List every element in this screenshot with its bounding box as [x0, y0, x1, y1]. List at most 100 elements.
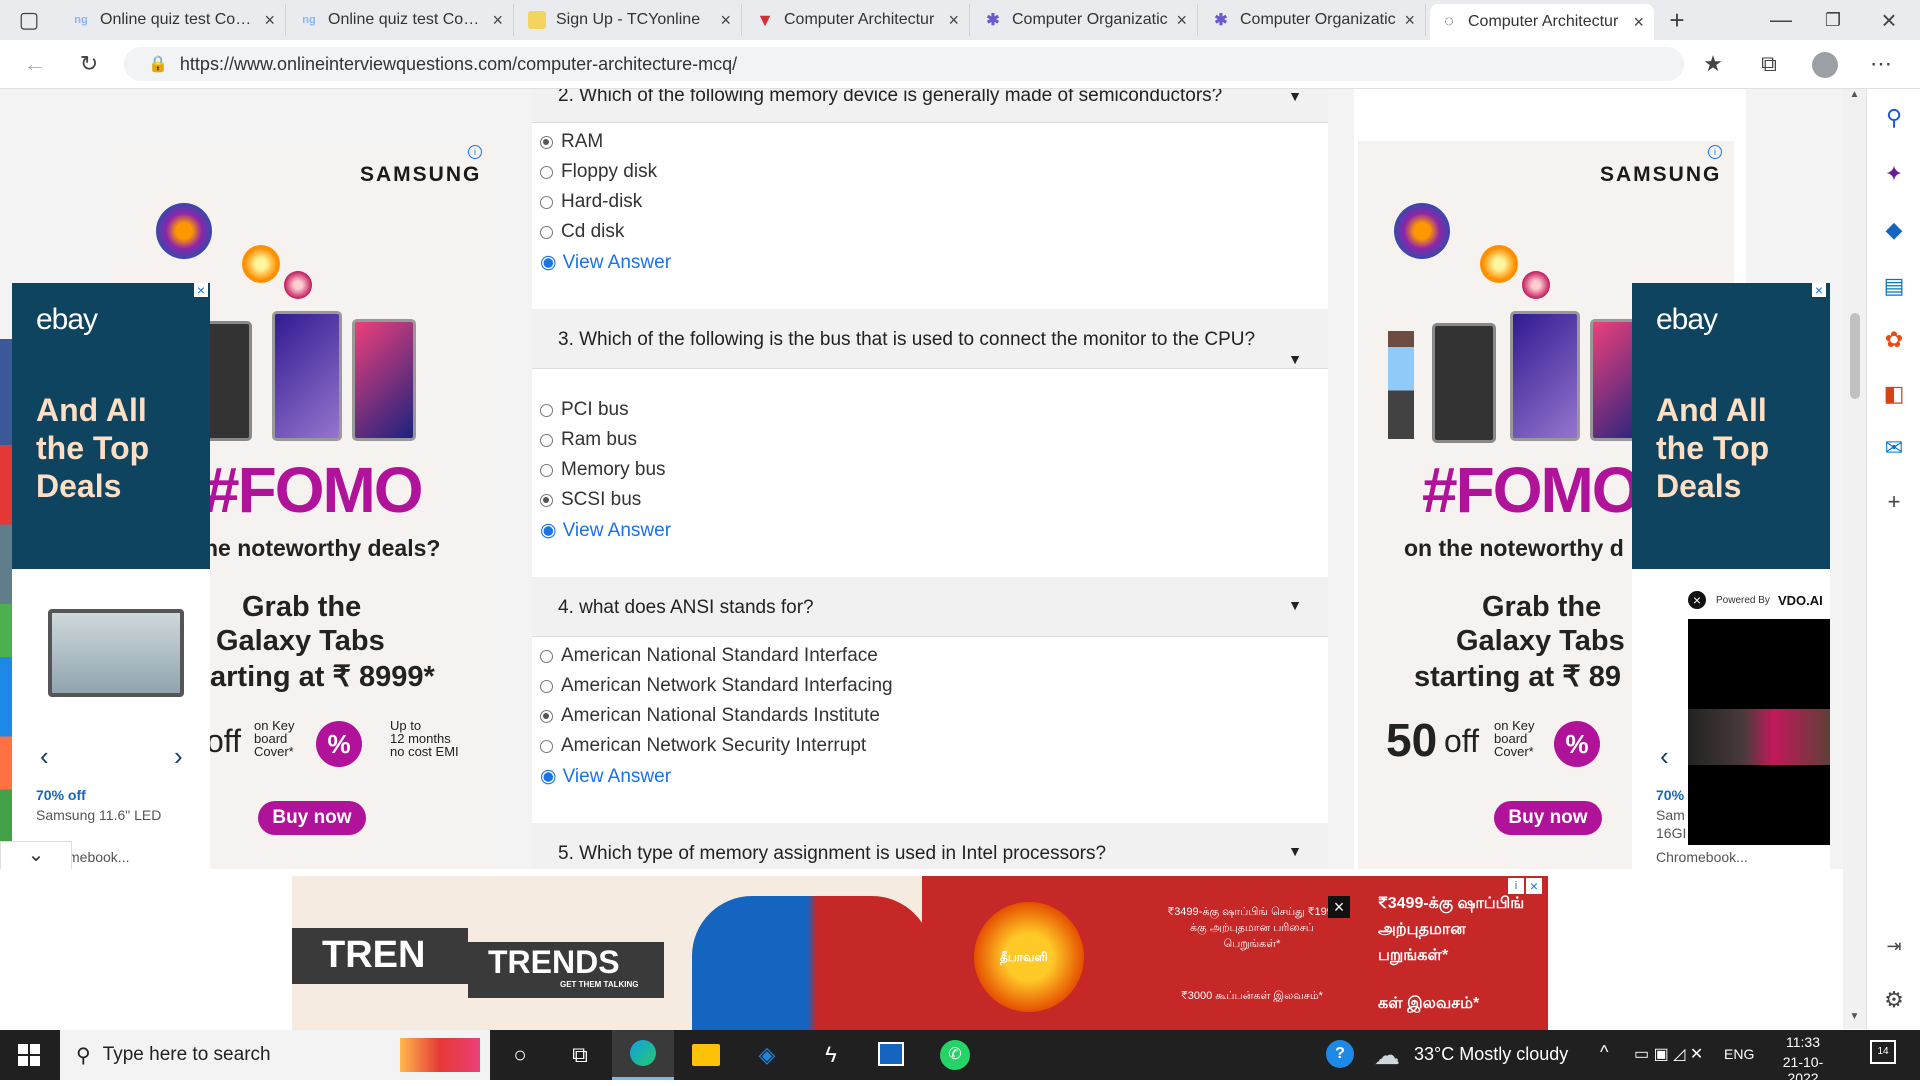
favorites-icon[interactable]: ★ — [1698, 49, 1728, 79]
office-icon[interactable]: ◧ — [1879, 379, 1909, 409]
task-view-icon[interactable]: ⧉ — [565, 1040, 595, 1070]
more-menu-icon[interactable]: ⋯ — [1866, 49, 1896, 79]
dropbox-icon[interactable]: ◈ — [752, 1040, 782, 1070]
ebay-ad-left[interactable]: ebay And All the Top Deals ‹ › 70% off S… — [12, 283, 210, 869]
option[interactable]: RAM — [540, 131, 603, 153]
close-ad-icon[interactable]: × — [1812, 283, 1826, 297]
video-player[interactable] — [1688, 619, 1830, 845]
minimize-icon[interactable]: — — [1766, 5, 1796, 35]
refresh-icon[interactable]: ↻ — [74, 49, 104, 79]
option[interactable]: Ram bus — [540, 429, 637, 451]
share-bar[interactable] — [0, 339, 12, 869]
option[interactable]: American National Standards Institute — [540, 705, 880, 727]
view-answer-link[interactable]: ◉ View Answer — [540, 519, 671, 542]
settings-icon[interactable]: ⚙ — [1879, 985, 1909, 1015]
close-tab-icon[interactable]: × — [948, 10, 959, 31]
radio-button[interactable] — [540, 195, 553, 209]
whatsapp-icon[interactable]: ✆ — [940, 1040, 970, 1070]
games-icon[interactable]: ✿ — [1879, 325, 1909, 355]
tab-7-active[interactable]: ◌ Computer Architectur × — [1430, 4, 1654, 40]
close-tab-icon[interactable]: × — [1404, 10, 1415, 31]
discover-icon[interactable]: ✦ — [1879, 159, 1909, 189]
question-header[interactable]: 3. Which of the following is the bus tha… — [532, 309, 1328, 369]
trends-ad[interactable]: TREN TRENDS GET THEM TALKING தீபாவளி ₹34… — [292, 876, 1548, 1030]
close-tab-icon[interactable]: × — [720, 10, 731, 31]
radio-button[interactable] — [540, 709, 553, 723]
question-header[interactable]: 2. Which of the following memory device … — [532, 89, 1328, 123]
option[interactable]: American Network Security Interrupt — [540, 735, 866, 757]
view-answer-link[interactable]: ◉ View Answer — [540, 251, 671, 274]
option[interactable]: Floppy disk — [540, 161, 657, 183]
option[interactable]: Hard-disk — [540, 191, 642, 213]
tray-expand-icon[interactable]: ^ — [1600, 1042, 1608, 1063]
question-header[interactable]: 5. Which type of memory assignment is us… — [532, 823, 1328, 869]
tab-5[interactable]: ✱ Computer Organizatic × — [974, 4, 1198, 36]
back-icon[interactable]: ← — [20, 49, 50, 79]
close-tab-icon[interactable]: × — [1176, 10, 1187, 31]
scrollbar[interactable]: ▲ ▼ — [1843, 89, 1866, 1029]
question-header[interactable]: 4. what does ANSI stands for? ▼ — [532, 577, 1328, 637]
cortana-icon[interactable]: ○ — [505, 1040, 535, 1070]
windows-start-icon[interactable] — [18, 1044, 40, 1066]
maximize-icon[interactable]: ❐ — [1818, 5, 1848, 35]
address-bar[interactable]: 🔒 https://www.onlineinterviewquestions.c… — [124, 47, 1684, 81]
radio-button[interactable] — [540, 225, 553, 239]
radio-button[interactable] — [540, 679, 553, 693]
radio-button[interactable] — [540, 463, 553, 477]
scroll-down-icon[interactable]: ▼ — [1843, 1011, 1866, 1029]
hide-sidebar-icon[interactable]: ⇥ — [1879, 931, 1909, 961]
notification-center-icon[interactable]: 14 — [1870, 1040, 1896, 1064]
option[interactable]: SCSI bus — [540, 489, 641, 511]
close-ad-icon[interactable]: × — [1526, 878, 1542, 894]
scrollbar-thumb[interactable] — [1850, 313, 1860, 399]
tools-icon[interactable]: ▤ — [1879, 271, 1909, 301]
tab-6[interactable]: ✱ Computer Organizatic × — [1202, 4, 1426, 36]
adchoices-icon[interactable]: i — [468, 145, 482, 159]
close-tab-icon[interactable]: × — [264, 10, 275, 31]
adchoices-icon[interactable]: i — [1708, 145, 1722, 159]
tab-4[interactable]: ▼ Computer Architectur × — [746, 4, 970, 36]
shopping-icon[interactable]: ◆ — [1879, 215, 1909, 245]
outlook-icon[interactable]: ✉ — [1879, 433, 1909, 463]
close-window-icon[interactable]: × — [1874, 5, 1904, 35]
radio-button[interactable] — [540, 739, 553, 753]
prev-arrow-icon[interactable]: ‹ — [40, 741, 49, 772]
close-ad-icon[interactable]: × — [194, 283, 208, 297]
buy-now-button[interactable]: Buy now — [1494, 801, 1602, 835]
adchoices-icon[interactable]: i — [1508, 878, 1524, 894]
collapse-share-icon[interactable]: ⌄ — [0, 841, 72, 869]
scroll-up-icon[interactable]: ▲ — [1843, 89, 1866, 107]
tray-icons[interactable]: ▭ ▣ ◿ ✕ — [1634, 1044, 1703, 1064]
cloud-icon[interactable]: ☁ — [1374, 1040, 1400, 1071]
buy-now-button[interactable]: Buy now — [258, 801, 366, 835]
radio-button[interactable] — [540, 433, 553, 447]
collections-icon[interactable]: ⧉ — [1754, 49, 1784, 79]
profile-avatar[interactable] — [1812, 52, 1838, 78]
option[interactable]: American National Standard Interface — [540, 645, 878, 667]
tab-actions-icon[interactable]: ▢ — [14, 5, 44, 35]
app-icon[interactable]: ϟ — [816, 1040, 846, 1070]
radio-button[interactable] — [540, 403, 553, 417]
tab-2[interactable]: ng Online quiz test Comp × — [290, 4, 514, 36]
radio-button[interactable] — [540, 165, 553, 179]
search-icon[interactable]: ⚲ — [1879, 103, 1909, 133]
news-app-icon[interactable] — [878, 1042, 904, 1066]
clock[interactable]: 11:33 21-10-2022 — [1768, 1034, 1838, 1086]
language-indicator[interactable]: ENG — [1724, 1046, 1754, 1062]
close-tab-icon[interactable]: × — [492, 10, 503, 31]
taskbar-search[interactable]: ⚲ Type here to search — [60, 1030, 490, 1080]
close-video-icon[interactable]: × — [1688, 591, 1706, 609]
add-icon[interactable]: + — [1879, 487, 1909, 517]
help-icon[interactable]: ? — [1326, 1040, 1354, 1068]
view-answer-link[interactable]: ◉ View Answer — [540, 765, 671, 788]
next-arrow-icon[interactable]: › — [174, 741, 183, 772]
option[interactable]: American Network Standard Interfacing — [540, 675, 893, 697]
edge-taskbar-button[interactable] — [612, 1030, 674, 1080]
tab-1[interactable]: ng Online quiz test Comp × — [62, 4, 286, 36]
close-tab-icon[interactable]: × — [1633, 12, 1644, 33]
option[interactable]: PCI bus — [540, 399, 629, 421]
new-tab-icon[interactable]: + — [1662, 5, 1692, 35]
weather-text[interactable]: 33°C Mostly cloudy — [1414, 1044, 1568, 1065]
file-explorer-icon[interactable] — [692, 1044, 720, 1066]
radio-button[interactable] — [540, 493, 553, 507]
